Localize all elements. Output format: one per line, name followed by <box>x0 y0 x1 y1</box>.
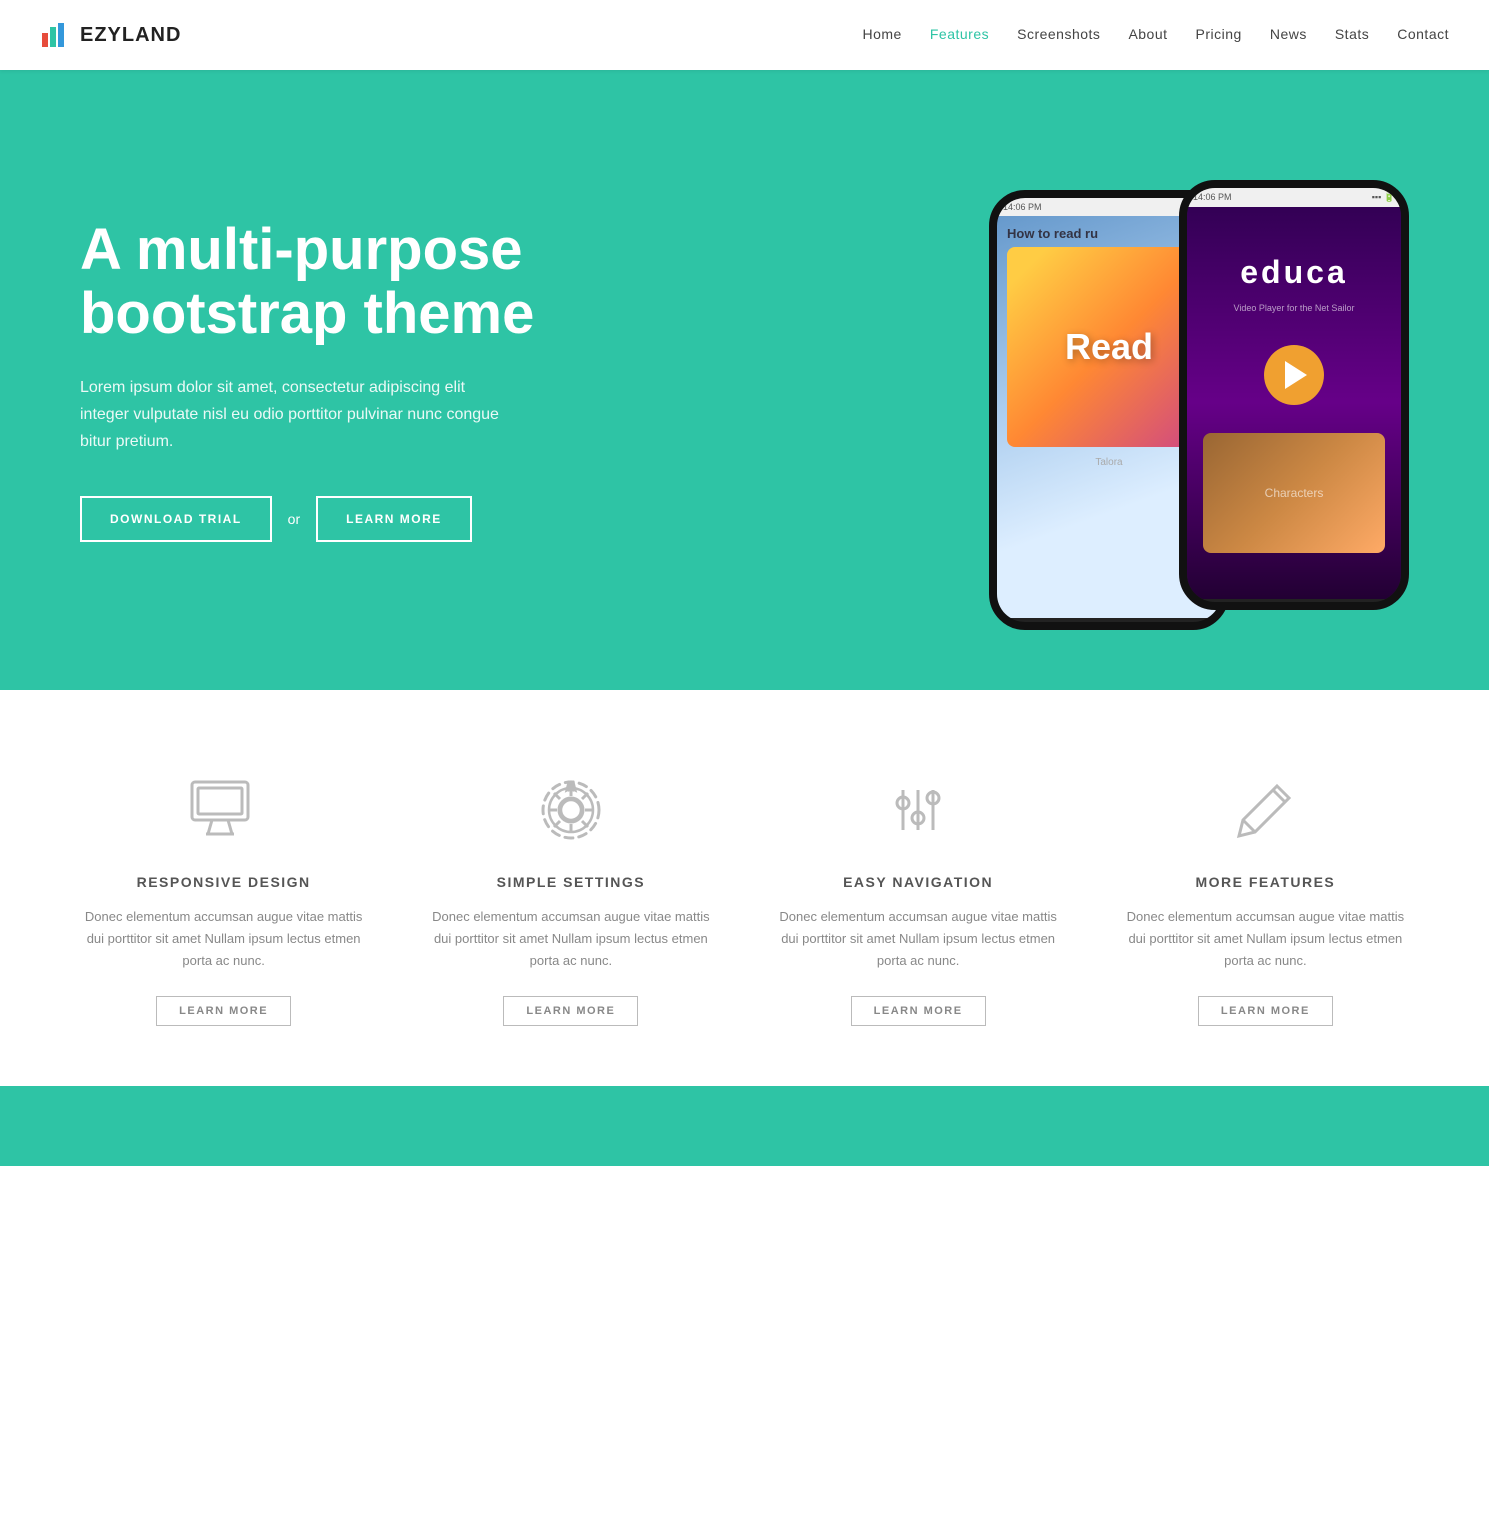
navbar: EZYLAND Home Features Screenshots About … <box>0 0 1489 70</box>
brand-name: EZYLAND <box>80 24 181 47</box>
hero-content: A multi-purpose bootstrap theme Lorem ip… <box>80 218 745 541</box>
feature-card-settings: SIMPLE SETTINGS Donec elementum accumsan… <box>407 770 734 1026</box>
logo[interactable]: EZYLAND <box>40 19 181 51</box>
feature-card-responsive: RESPONSIVE DESIGN Donec elementum accums… <box>60 770 387 1026</box>
pencil-icon <box>1225 770 1305 850</box>
hero-or-text: or <box>288 511 300 527</box>
features-section: RESPONSIVE DESIGN Donec elementum accums… <box>0 690 1489 1086</box>
hero-phones: 14:06 PM▪▪▪ How to read ru Read Talora 1… <box>745 130 1410 630</box>
nav-contact[interactable]: Contact <box>1397 26 1449 42</box>
feature-desc-settings: Donec elementum accumsan augue vitae mat… <box>427 906 714 972</box>
nav-screenshots[interactable]: Screenshots <box>1017 26 1100 42</box>
footer-bar <box>0 1086 1489 1166</box>
feature-card-navigation: EASY NAVIGATION Donec elementum accumsan… <box>755 770 1082 1026</box>
nav-stats[interactable]: Stats <box>1335 26 1369 42</box>
download-trial-button[interactable]: DOWNLOAD TRIAL <box>80 496 272 542</box>
nav-news[interactable]: News <box>1270 26 1307 42</box>
feature-btn-navigation[interactable]: LEARN MORE <box>851 996 986 1026</box>
hero-buttons: DOWNLOAD TRIAL or LEARN MORE <box>80 496 745 542</box>
feature-title-more: MORE FEATURES <box>1195 874 1335 890</box>
learn-more-hero-button[interactable]: LEARN MORE <box>316 496 472 542</box>
feature-title-settings: SIMPLE SETTINGS <box>497 874 646 890</box>
phone-front: 14:06 PM▪▪▪ 🔋 educa Video Player for the… <box>1179 180 1409 610</box>
feature-desc-responsive: Donec elementum accumsan augue vitae mat… <box>80 906 367 972</box>
feature-desc-more: Donec elementum accumsan augue vitae mat… <box>1122 906 1409 972</box>
hero-section: A multi-purpose bootstrap theme Lorem ip… <box>0 70 1489 690</box>
nav-pricing[interactable]: Pricing <box>1196 26 1242 42</box>
navigation-icon <box>878 770 958 850</box>
nav-about[interactable]: About <box>1128 26 1167 42</box>
hero-title: A multi-purpose bootstrap theme <box>80 218 745 346</box>
settings-icon <box>531 770 611 850</box>
nav-home[interactable]: Home <box>863 26 902 42</box>
feature-btn-more[interactable]: LEARN MORE <box>1198 996 1333 1026</box>
feature-title-responsive: RESPONSIVE DESIGN <box>137 874 311 890</box>
nav-features[interactable]: Features <box>930 26 989 42</box>
hero-description: Lorem ipsum dolor sit amet, consectetur … <box>80 374 500 456</box>
nav-links: Home Features Screenshots About Pricing … <box>863 26 1450 44</box>
logo-icon <box>40 19 72 51</box>
feature-btn-responsive[interactable]: LEARN MORE <box>156 996 291 1026</box>
feature-btn-settings[interactable]: LEARN MORE <box>503 996 638 1026</box>
monitor-icon <box>184 770 264 850</box>
feature-desc-navigation: Donec elementum accumsan augue vitae mat… <box>775 906 1062 972</box>
feature-card-more: MORE FEATURES Donec elementum accumsan a… <box>1102 770 1429 1026</box>
feature-title-navigation: EASY NAVIGATION <box>843 874 993 890</box>
